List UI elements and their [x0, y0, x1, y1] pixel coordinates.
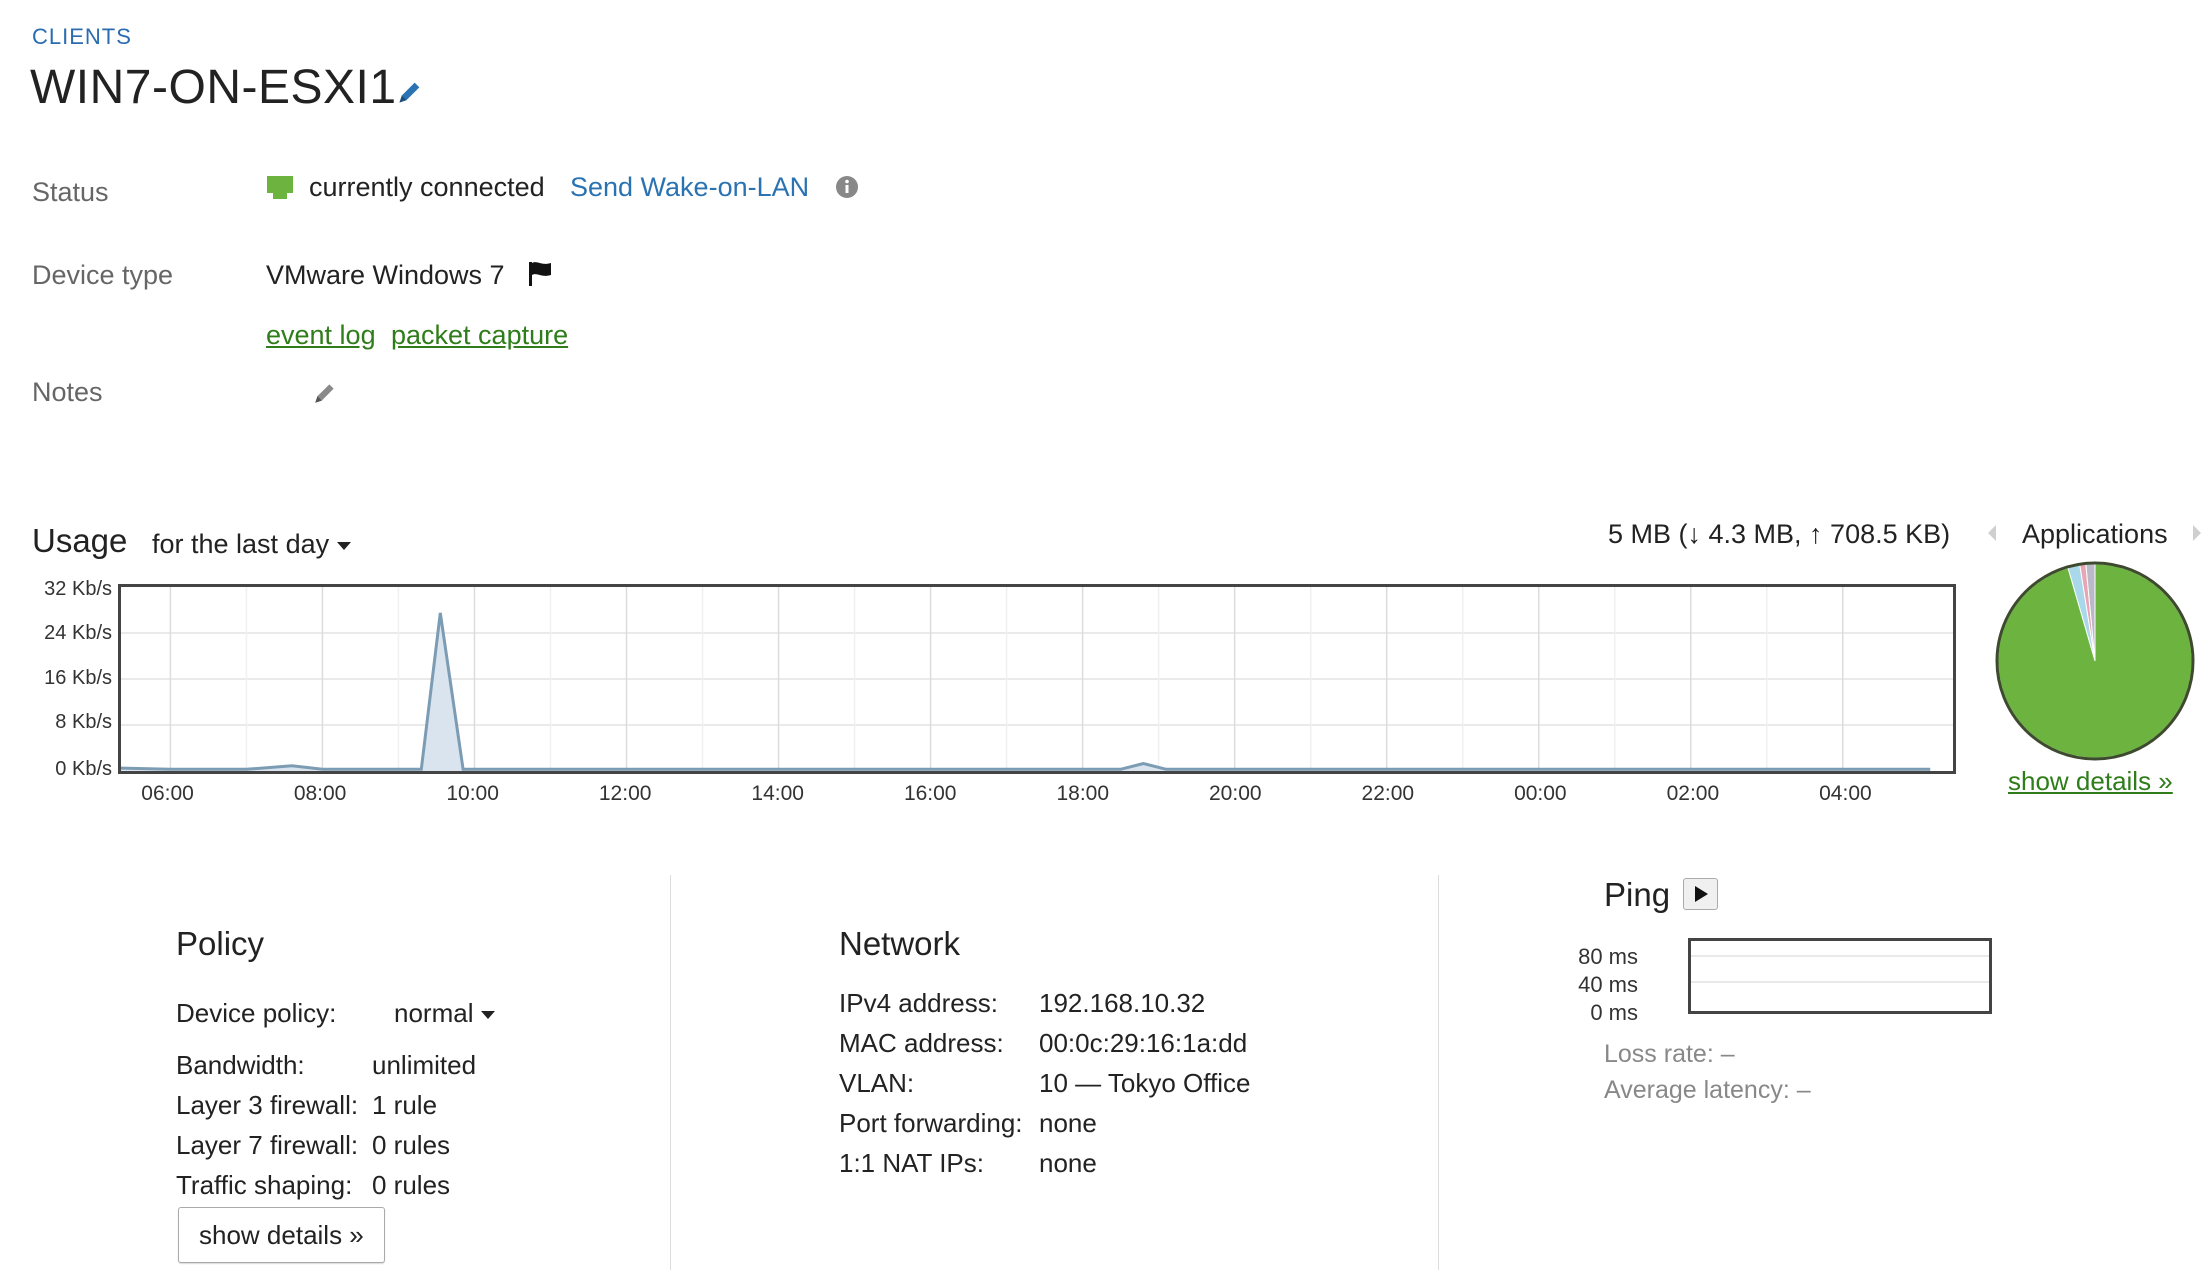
x-tick-label: 20:00 [1209, 782, 1262, 805]
x-tick-label: 00:00 [1514, 782, 1567, 805]
device-policy-value: normal [394, 998, 474, 1028]
chevron-down-icon [481, 1011, 496, 1020]
nat-ips-value: none [1039, 1148, 1097, 1178]
chevron-down-icon [337, 541, 352, 550]
applications-title: Applications [2022, 519, 2168, 549]
chevron-left-icon[interactable] [1985, 522, 1999, 544]
x-tick-label: 12:00 [598, 782, 652, 805]
vlan-value: 10 — Tokyo Office [1039, 1068, 1251, 1098]
network-port-icon [267, 176, 293, 199]
ping-y-tick: 80 ms [1578, 944, 1638, 969]
y-tick-label: 0 Kb/s [55, 758, 112, 780]
ping-y-tick: 40 ms [1578, 972, 1638, 997]
policy-row-label: Layer 3 firewall: [176, 1090, 359, 1120]
y-tick-label: 32 Kb/s [44, 578, 112, 600]
network-row-label: IPv4 address: [839, 988, 998, 1018]
usage-range-value: for the last day [152, 529, 330, 559]
loss-rate: Loss rate: – [1604, 1040, 1735, 1068]
x-tick-label: 18:00 [1056, 782, 1110, 805]
policy-row-label: Traffic shaping: [176, 1170, 353, 1200]
ping-y-tick: 0 ms [1590, 1000, 1638, 1025]
notes-label: Notes [32, 377, 103, 407]
usage-chart[interactable] [118, 584, 1956, 774]
x-tick-label: 08:00 [293, 782, 347, 805]
notes-edit-icon[interactable] [312, 380, 338, 406]
event-log-link[interactable]: event log [266, 320, 376, 351]
page-title: WIN7-ON-ESXI1 [30, 61, 397, 114]
x-tick-label: 16:00 [903, 782, 957, 805]
x-tick-label: 22:00 [1361, 782, 1415, 805]
usage-series-line [120, 612, 1931, 771]
ping-chart [1688, 938, 1992, 1014]
x-tick-label: 04:00 [1819, 782, 1872, 805]
network-row-label: MAC address: [839, 1028, 1004, 1058]
play-icon [1695, 886, 1708, 902]
chevron-right-icon[interactable] [2190, 522, 2204, 544]
network-row-label: VLAN: [839, 1068, 915, 1098]
usage-total: 5 MB (↓ 4.3 MB, ↑ 708.5 KB) [1608, 519, 1951, 549]
device-type-value: VMware Windows 7 [266, 260, 505, 290]
average-latency: Average latency: – [1604, 1076, 1811, 1104]
section-divider [670, 875, 671, 1270]
policy-row-value: unlimited [372, 1050, 477, 1080]
ping-title: Ping [1604, 876, 1671, 913]
status-value: currently connected [309, 172, 545, 202]
device-policy-label: Device policy: [176, 998, 337, 1028]
policy-row-label: Bandwidth: [176, 1050, 305, 1080]
y-tick-label: 8 Kb/s [55, 711, 112, 733]
y-tick-label: 24 Kb/s [44, 622, 112, 644]
usage-range-dropdown[interactable]: for the last day [152, 529, 352, 560]
network-row-label: 1:1 NAT IPs: [839, 1148, 984, 1178]
policy-row-value: 1 rule [372, 1090, 438, 1120]
breadcrumb[interactable]: CLIENTS [32, 24, 132, 50]
x-tick-label: 06:00 [141, 782, 194, 805]
flag-icon[interactable] [527, 260, 553, 288]
policy-row-value: 0 rules [372, 1130, 451, 1160]
pie-slice [1997, 563, 2193, 759]
policy-row-value: 0 rules [372, 1170, 451, 1200]
info-icon[interactable] [835, 175, 859, 199]
pencil-edit-icon[interactable] [396, 78, 424, 106]
usage-area-fill [121, 612, 1931, 771]
status-label: Status [32, 177, 109, 207]
ping-play-button[interactable] [1683, 878, 1718, 910]
ipv4-address-value: 192.168.10.32 [1039, 988, 1206, 1018]
applications-pie-chart[interactable] [1992, 558, 2198, 764]
network-row-label: Port forwarding: [839, 1108, 1023, 1138]
x-tick-label: 10:00 [446, 782, 499, 805]
packet-capture-link[interactable]: packet capture [391, 320, 568, 351]
x-tick-label: 14:00 [751, 782, 804, 805]
section-divider [1438, 875, 1439, 1270]
send-wake-on-lan-link[interactable]: Send Wake-on-LAN [570, 172, 809, 203]
policy-row-label: Layer 7 firewall: [176, 1130, 359, 1160]
policy-title: Policy [176, 925, 265, 962]
x-tick-label: 02:00 [1666, 782, 1720, 805]
applications-show-details-link[interactable]: show details » [2008, 766, 2173, 797]
policy-show-details-button[interactable]: show details » [178, 1207, 385, 1263]
network-title: Network [839, 925, 961, 962]
device-type-label: Device type [32, 260, 174, 290]
device-policy-dropdown[interactable]: normal [394, 998, 496, 1029]
port-forwarding-value: none [1039, 1108, 1097, 1138]
mac-address-value: 00:0c:29:16:1a:dd [1039, 1028, 1248, 1058]
y-tick-label: 16 Kb/s [44, 667, 112, 689]
usage-title: Usage [32, 522, 128, 559]
